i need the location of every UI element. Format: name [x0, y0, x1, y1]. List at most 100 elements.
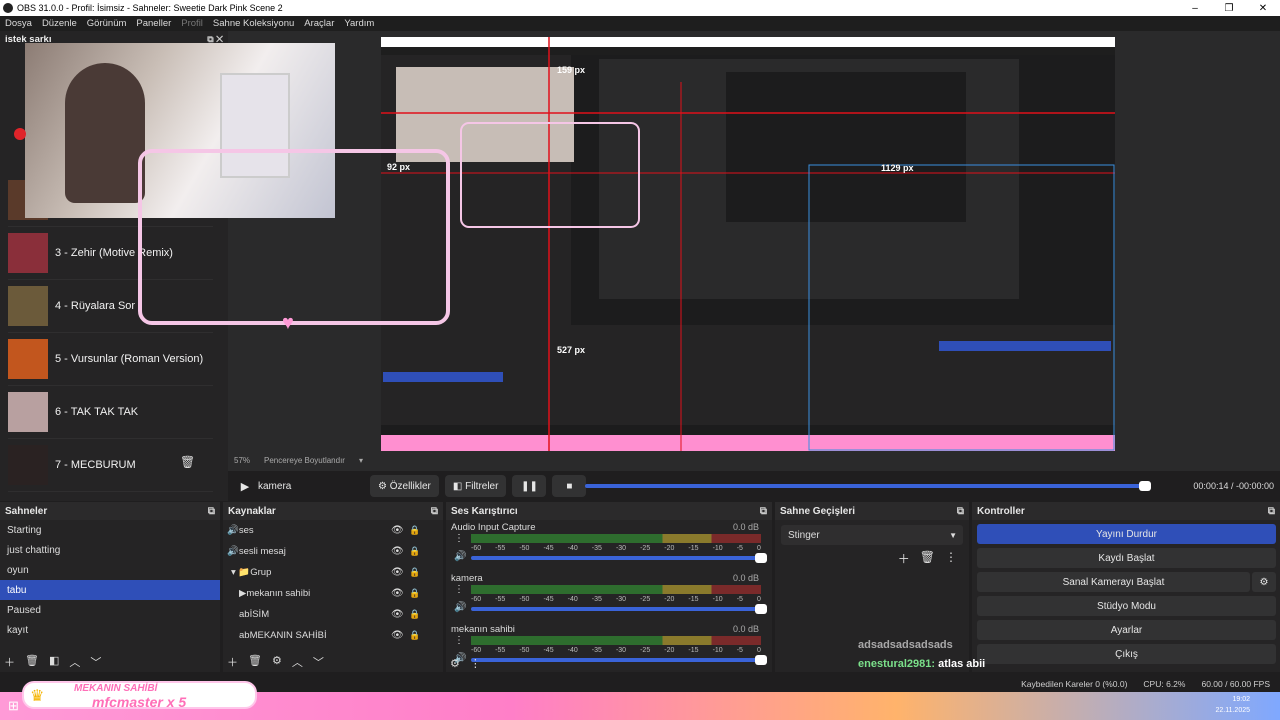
start-recording-button[interactable]: Kaydı Başlat [977, 548, 1276, 568]
undock-icon[interactable]: ⧉ [208, 506, 215, 517]
meter-tick-label: -10 [712, 596, 723, 603]
filters-button[interactable]: ◧ Filtreler [444, 475, 507, 497]
scene-item[interactable]: Paused [0, 600, 220, 620]
meter-tick-label: -40 [567, 596, 578, 603]
add-icon[interactable]: ＋ [227, 654, 238, 670]
speaker-icon[interactable]: 🔊 [454, 602, 466, 613]
lock-icon[interactable]: 🔒 [409, 609, 420, 620]
scene-item[interactable]: just chatting [0, 540, 220, 560]
meter-tick-label: -15 [688, 647, 699, 654]
owner-banner: ♛ MEKANIN SAHİBİ mfcmaster x 5 [22, 681, 257, 710]
chevron-up-icon[interactable]: ︿ [69, 654, 80, 670]
meter-tick-label: -60 [471, 647, 482, 654]
minimize-icon[interactable]: – [1178, 3, 1212, 14]
source-item[interactable]: ▶ mekanın sahibi 👁 🔒 [223, 583, 443, 604]
menu-item[interactable]: Dosya [0, 18, 37, 29]
banner-title: MEKANIN SAHİBİ [74, 683, 158, 694]
menu-item[interactable]: Yardım [339, 18, 379, 29]
chevron-down-icon[interactable]: ▾ [353, 456, 363, 470]
meter-tick-label: -20 [664, 596, 675, 603]
meter-tick-label: -55 [495, 596, 506, 603]
media-controls: ▶ kamera ⚙ Özellikler ◧ Filtreler ❚❚ ■ 0… [228, 472, 1280, 500]
volume-slider[interactable] [471, 604, 767, 614]
menu-item[interactable]: Araçlar [299, 18, 339, 29]
lock-icon[interactable]: 🔒 [409, 546, 420, 557]
undock-icon[interactable]: ⧉ [431, 506, 438, 517]
seek-knob[interactable] [1138, 481, 1151, 491]
kebab-menu-icon[interactable]: ⋮ [470, 657, 481, 670]
trash-icon[interactable]: 🗑 [248, 654, 262, 670]
scene-item[interactable]: tabu [0, 580, 220, 600]
visibility-icon[interactable]: 👁 [391, 567, 404, 578]
volume-slider[interactable] [471, 553, 767, 563]
start-virtual-camera-button[interactable]: Sanal Kamerayı Başlat [977, 572, 1250, 592]
stop-streaming-button[interactable]: Yayını Durdur [977, 524, 1276, 544]
volume-meter [471, 636, 761, 645]
volume-knob[interactable] [755, 604, 767, 614]
kebab-menu-icon[interactable]: ⋮ [454, 635, 464, 646]
gear-icon[interactable]: ⚙ [272, 654, 282, 670]
close-icon[interactable]: ✕ [1246, 3, 1280, 14]
windows-start-icon[interactable]: ⊞ [8, 698, 19, 714]
speaker-icon[interactable]: 🔊 [454, 551, 466, 562]
list-item[interactable]: 5 - Vursunlar (Roman Version) [8, 333, 213, 386]
source-type-icon: ▶ [239, 588, 247, 599]
lock-icon[interactable]: 🔒 [409, 630, 420, 641]
trash-icon[interactable]: 🗑 [25, 654, 39, 670]
source-item[interactable]: ab MEKANIN SAHİBİ 👁 🔒 [223, 625, 443, 646]
add-icon[interactable]: ＋ [898, 550, 910, 567]
lock-icon[interactable]: 🔒 [409, 588, 420, 599]
chevron-up-icon[interactable]: ︿ [292, 654, 303, 670]
menu-item[interactable]: Düzenle [37, 18, 82, 29]
scene-item[interactable]: kayıt [0, 620, 220, 640]
volume-knob[interactable] [755, 553, 767, 563]
undock-icon[interactable]: ⧉ [760, 506, 767, 517]
maximize-icon[interactable]: ❐ [1212, 3, 1246, 14]
gear-icon[interactable]: ⚙ [450, 657, 460, 670]
dock-title: Kaynaklar [228, 505, 276, 517]
menu-item[interactable]: Görünüm [82, 18, 132, 29]
play-icon[interactable]: ▶ [234, 480, 256, 493]
undock-icon[interactable]: ⧉ [1268, 506, 1275, 517]
kebab-menu-icon[interactable]: ⋮ [945, 550, 957, 567]
dock-title: Kontroller [977, 505, 1025, 517]
visibility-icon[interactable]: 👁 [391, 609, 404, 620]
trash-icon[interactable]: 🗑 [180, 455, 195, 469]
scene-item[interactable]: Starting [0, 520, 220, 540]
pause-button[interactable]: ❚❚ [512, 475, 547, 497]
undock-icon[interactable]: ⧉ [957, 506, 964, 517]
lock-icon[interactable]: 🔒 [409, 567, 420, 578]
trash-icon[interactable]: 🗑 [920, 550, 935, 567]
kebab-menu-icon[interactable]: ⋮ [454, 584, 464, 595]
lock-icon[interactable]: 🔒 [409, 525, 420, 536]
kebab-menu-icon[interactable]: ⋮ [454, 533, 464, 544]
media-seek-bar[interactable] [585, 481, 1151, 491]
visibility-icon[interactable]: 👁 [391, 588, 404, 599]
transition-select[interactable]: Stinger ▼ [781, 525, 963, 545]
volume-knob[interactable] [755, 655, 767, 665]
volume-slider[interactable] [471, 655, 767, 665]
song-title: 7 - MECBURUM [55, 458, 136, 471]
meter-tick-label: -40 [567, 545, 578, 552]
fit-label[interactable]: Pencereye Boyutlandır [258, 456, 345, 470]
studio-mode-button[interactable]: Stüdyo Modu [977, 596, 1276, 616]
chevron-down-icon[interactable]: ﹀ [313, 654, 324, 670]
stop-button[interactable]: ■ [552, 475, 587, 497]
source-item[interactable]: 🔊 sesli mesaj 👁 🔒 [223, 541, 443, 562]
source-item[interactable]: 🔊 ses 👁 🔒 [223, 520, 443, 541]
gear-icon[interactable]: ⚙ [1252, 572, 1276, 592]
source-type-icon: ab [239, 609, 250, 620]
scene-item[interactable]: oyun [0, 560, 220, 580]
menu-item[interactable]: Paneller [131, 18, 176, 29]
visibility-icon[interactable]: 👁 [391, 525, 404, 536]
menu-item[interactable]: Sahne Koleksiyonu [208, 18, 299, 29]
chevron-down-icon[interactable]: ﹀ [90, 654, 101, 670]
source-item[interactable]: ab İSİM 👁 🔒 [223, 604, 443, 625]
properties-button[interactable]: ⚙ Özellikler [370, 475, 439, 497]
visibility-icon[interactable]: 👁 [391, 630, 404, 641]
source-item[interactable]: ▾ 📁 Grup 👁 🔒 [223, 562, 443, 583]
visibility-icon[interactable]: 👁 [391, 546, 404, 557]
list-item[interactable]: 6 - TAK TAK TAK [8, 386, 213, 439]
filter-icon[interactable]: ◧ [49, 654, 59, 670]
add-icon[interactable]: ＋ [4, 654, 15, 670]
